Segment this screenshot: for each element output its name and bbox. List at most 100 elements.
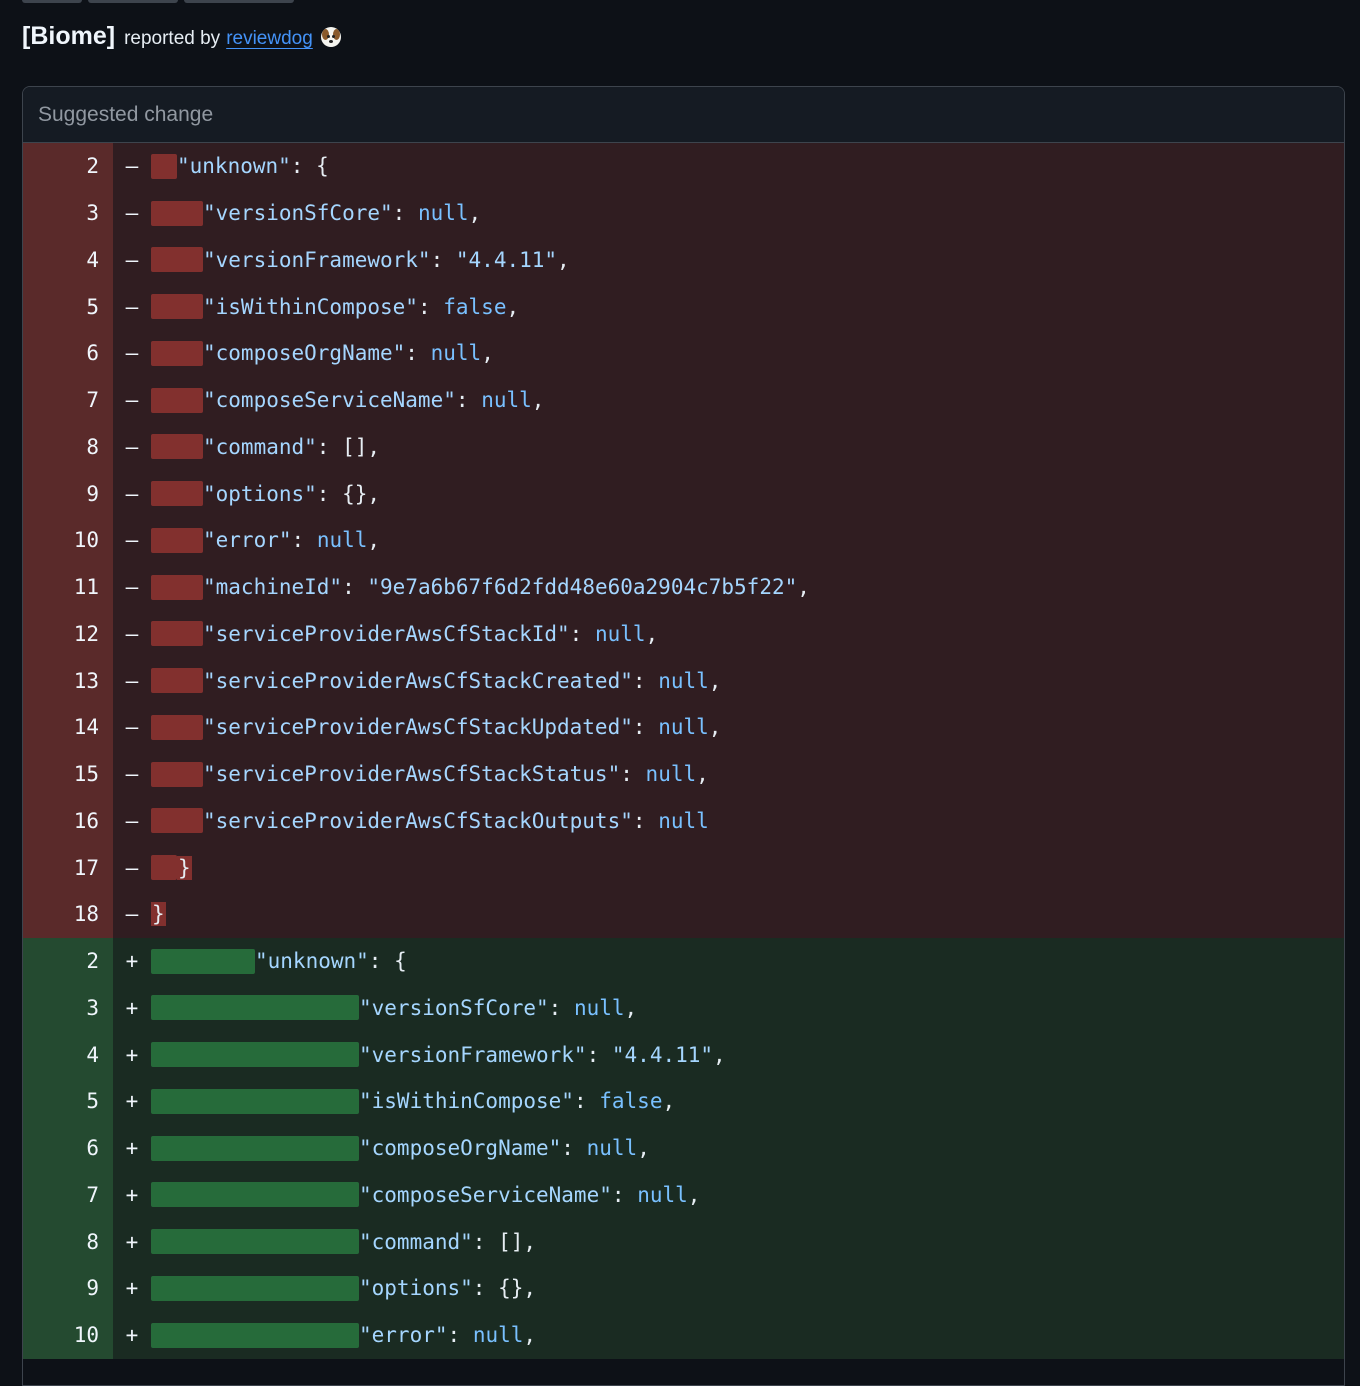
removed-whitespace-highlight bbox=[151, 668, 203, 694]
code-text: "versionFramework": "4.4.11", bbox=[359, 1042, 726, 1067]
code-text: "versionFramework": "4.4.11", bbox=[203, 247, 570, 272]
plus-sign: + bbox=[125, 1182, 139, 1207]
minus-sign: – bbox=[125, 902, 139, 927]
line-number: 4 bbox=[23, 236, 113, 284]
line-number: 3 bbox=[23, 984, 113, 1032]
diff-line-added: 3 + "versionSfCore": null, bbox=[23, 984, 1344, 1032]
removed-whitespace-highlight bbox=[151, 714, 203, 740]
diff-line-removed: 15– "serviceProviderAwsCfStackStatus": nu… bbox=[23, 750, 1344, 798]
code-text: "composeOrgName": null, bbox=[359, 1136, 650, 1161]
added-whitespace-highlight bbox=[151, 1042, 359, 1068]
added-whitespace-highlight bbox=[151, 1322, 359, 1348]
diff-line-added: 7 + "composeServiceName": null, bbox=[23, 1171, 1344, 1219]
minus-sign: – bbox=[125, 294, 139, 319]
added-whitespace-highlight bbox=[151, 1275, 359, 1301]
minus-sign: – bbox=[125, 388, 139, 413]
code-text: "composeOrgName": null, bbox=[203, 341, 494, 366]
line-number: 18 bbox=[23, 891, 113, 938]
removed-whitespace-highlight bbox=[151, 340, 203, 366]
code-text: "options": {}, bbox=[359, 1276, 537, 1301]
removed-whitespace-highlight bbox=[151, 387, 203, 413]
reported-by-text: reported by bbox=[124, 28, 221, 49]
minus-sign: – bbox=[125, 528, 139, 553]
suggested-change-panel: Suggested change 2– "unknown": {3– "versio… bbox=[22, 86, 1345, 1386]
diff-line-removed: 3– "versionSfCore": null, bbox=[23, 189, 1344, 237]
line-number: 16 bbox=[23, 797, 113, 845]
line-number: 11 bbox=[23, 563, 113, 611]
plus-sign: + bbox=[125, 1323, 139, 1348]
plus-sign: + bbox=[125, 1089, 139, 1114]
code-text: "composeServiceName": null, bbox=[203, 388, 545, 413]
code-text: "error": null, bbox=[359, 1323, 537, 1348]
diff-line-removed: 4– "versionFramework": "4.4.11", bbox=[23, 236, 1344, 284]
code-text: "isWithinCompose": false, bbox=[203, 294, 520, 319]
removed-whitespace-highlight bbox=[151, 481, 203, 507]
line-number: 5 bbox=[23, 1078, 113, 1125]
line-number: 14 bbox=[23, 704, 113, 751]
plus-sign: + bbox=[125, 949, 139, 974]
line-number: 10 bbox=[23, 517, 113, 564]
code-text: "machineId": "9e7a6b67f6d2fdd48e60a2904c… bbox=[203, 575, 810, 600]
line-number: 4 bbox=[23, 1031, 113, 1078]
code-text: } bbox=[177, 855, 192, 880]
minus-sign: – bbox=[125, 808, 139, 833]
diff-line-removed: 13– "serviceProviderAwsCfStackCreated": n… bbox=[23, 657, 1344, 704]
code-text: "command": [], bbox=[203, 434, 381, 459]
added-whitespace-highlight bbox=[151, 1135, 359, 1161]
removed-whitespace-highlight bbox=[151, 247, 203, 273]
diff-line-added: 10 + "error": null, bbox=[23, 1311, 1344, 1359]
code-text: "serviceProviderAwsCfStackStatus": null, bbox=[203, 762, 709, 787]
diff-line-removed: 18–} bbox=[23, 891, 1344, 938]
plus-sign: + bbox=[125, 1276, 139, 1301]
plus-sign: + bbox=[125, 1136, 139, 1161]
line-number: 9 bbox=[23, 1265, 113, 1312]
diff-line-added: 4 + "versionFramework": "4.4.11", bbox=[23, 1031, 1344, 1078]
plus-sign: + bbox=[125, 995, 139, 1020]
removed-whitespace-highlight bbox=[151, 527, 203, 553]
removed-whitespace-highlight bbox=[151, 434, 203, 460]
review-comment-header: [Biome] reported by reviewdog bbox=[22, 22, 341, 62]
removed-whitespace-highlight bbox=[151, 855, 177, 881]
diff-line-removed: 11– "machineId": "9e7a6b67f6d2fdd48e60a29… bbox=[23, 563, 1344, 611]
minus-sign: – bbox=[125, 481, 139, 506]
line-number: 17 bbox=[23, 844, 113, 891]
removed-whitespace-highlight bbox=[151, 574, 203, 600]
line-number: 2 bbox=[23, 143, 113, 190]
diff-line-added: 2 + "unknown": { bbox=[23, 937, 1344, 985]
minus-sign: – bbox=[125, 575, 139, 600]
diff-line-removed: 7– "composeServiceName": null, bbox=[23, 376, 1344, 424]
code-text: "command": [], bbox=[359, 1229, 537, 1254]
line-number: 15 bbox=[23, 750, 113, 798]
comment-title: [Biome] bbox=[22, 22, 116, 50]
diff-line-added: 8 + "command": [], bbox=[23, 1218, 1344, 1265]
code-text: "error": null, bbox=[203, 528, 381, 553]
line-number: 13 bbox=[23, 657, 113, 704]
code-text: "serviceProviderAwsCfStackUpdated": null… bbox=[203, 715, 722, 740]
diff-line-removed: 10– "error": null, bbox=[23, 517, 1344, 564]
diff-line-removed: 9– "options": {}, bbox=[23, 470, 1344, 517]
code-text: "serviceProviderAwsCfStackCreated": null… bbox=[203, 668, 722, 693]
reporter-link[interactable]: reviewdog bbox=[226, 28, 313, 50]
minus-sign: – bbox=[125, 201, 139, 226]
minus-sign: – bbox=[125, 668, 139, 693]
added-whitespace-highlight bbox=[151, 948, 255, 974]
removed-whitespace-highlight bbox=[151, 808, 203, 834]
suggested-change-title: Suggested change bbox=[38, 102, 214, 126]
diff-line-added: 9 + "options": {}, bbox=[23, 1265, 1344, 1312]
minus-sign: – bbox=[125, 434, 139, 459]
code-text: "unknown": { bbox=[177, 154, 329, 179]
line-number: 6 bbox=[23, 1124, 113, 1172]
dog-avatar-icon bbox=[320, 27, 341, 47]
code-text: "serviceProviderAwsCfStackOutputs": null bbox=[203, 808, 709, 833]
plus-sign: + bbox=[125, 1042, 139, 1067]
added-whitespace-highlight bbox=[151, 1229, 359, 1255]
code-text: "versionSfCore": null, bbox=[203, 201, 482, 226]
diff-body: 2– "unknown": {3– "versionSfCore": null, 4–… bbox=[23, 143, 1344, 1359]
line-number: 8 bbox=[23, 423, 113, 471]
line-number: 3 bbox=[23, 189, 113, 237]
code-text: "unknown": { bbox=[255, 949, 407, 974]
added-whitespace-highlight bbox=[151, 1088, 359, 1114]
line-number: 5 bbox=[23, 283, 113, 330]
line-number: 12 bbox=[23, 610, 113, 658]
diff-line-removed: 12– "serviceProviderAwsCfStackId": null, bbox=[23, 610, 1344, 658]
